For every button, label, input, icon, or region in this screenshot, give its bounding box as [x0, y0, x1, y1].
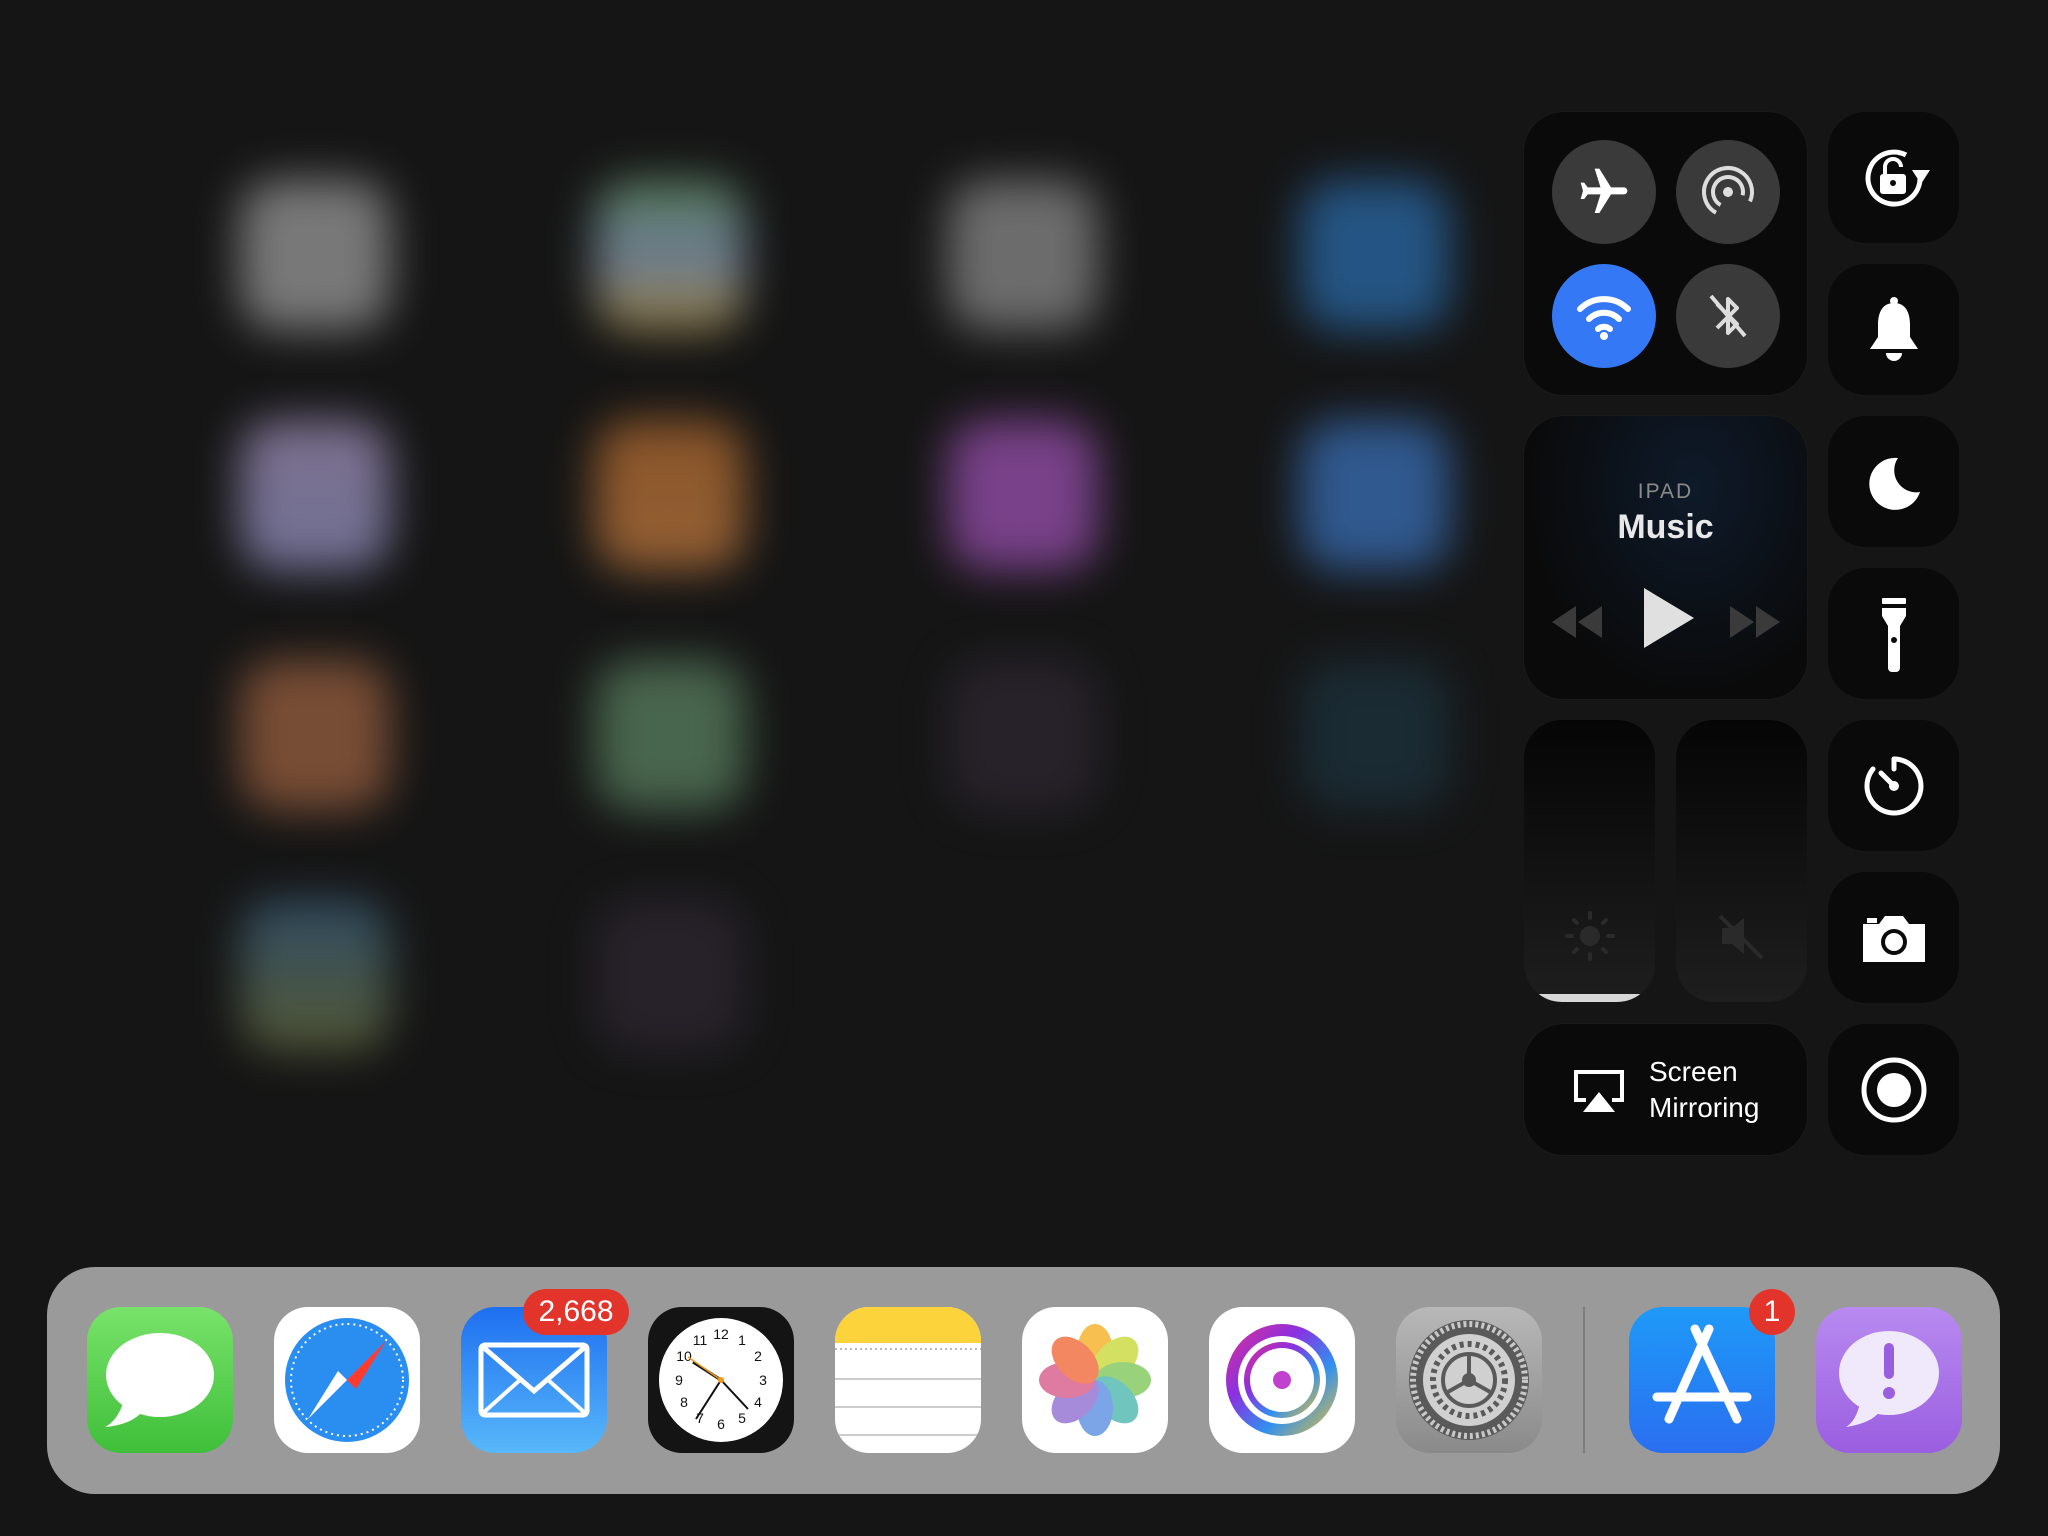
airdrop-button[interactable] [1676, 140, 1780, 244]
music-source-label: IPAD [1637, 480, 1694, 503]
app-store-icon [1652, 1324, 1752, 1424]
safari-icon [285, 1318, 409, 1442]
brightness-icon [1565, 911, 1615, 961]
music-title: Music [1617, 508, 1714, 546]
feedback-icon [1839, 1331, 1939, 1427]
feedback-app[interactable] [1816, 1307, 1962, 1453]
clock-app[interactable]: 12 1 2 3 4 5 6 7 8 9 10 11 [648, 1307, 794, 1453]
photos-icon [1039, 1324, 1151, 1436]
clock-numeral-2: 2 [754, 1348, 762, 1364]
clock-numeral-10: 10 [676, 1348, 692, 1364]
clock-numeral-4: 4 [754, 1394, 762, 1410]
clock-numeral-1: 1 [738, 1332, 746, 1348]
do-not-disturb-button[interactable] [1828, 416, 1959, 547]
settings-app[interactable] [1396, 1307, 1542, 1453]
timer-button[interactable] [1828, 720, 1959, 851]
volume-slider[interactable] [1676, 720, 1807, 1002]
flashlight-button[interactable] [1828, 568, 1959, 699]
bluetooth-off-icon [1709, 294, 1747, 338]
screen-recording-button[interactable] [1828, 1024, 1959, 1155]
notes-icon [835, 1307, 981, 1436]
dock: 2,668 12 1 2 3 4 5 6 7 8 9 10 11 1 [47, 1267, 2000, 1494]
fast-forward-icon[interactable] [1728, 602, 1784, 642]
safari-app[interactable] [274, 1307, 420, 1453]
music-disc-icon [1226, 1324, 1338, 1436]
screen-mirroring-button[interactable]: Screen Mirroring [1524, 1024, 1807, 1155]
airplane-icon [1580, 168, 1628, 213]
control-center: IPAD Music Screen Mirroring [0, 0, 2048, 1200]
clock-numeral-3: 3 [759, 1372, 767, 1388]
brightness-slider-fill [1524, 993, 1655, 1002]
brightness-slider[interactable] [1524, 720, 1655, 1002]
notes-app[interactable] [835, 1307, 981, 1453]
music-module[interactable]: IPAD Music [1524, 416, 1807, 699]
bell-icon [1869, 296, 1918, 361]
wifi-icon [1577, 296, 1631, 340]
dock-divider [1583, 1307, 1585, 1453]
connectivity-module [1524, 112, 1807, 395]
camera-button[interactable] [1828, 872, 1959, 1003]
clock-numeral-8: 8 [680, 1394, 688, 1410]
wifi-button[interactable] [1552, 264, 1656, 368]
timer-icon [1864, 756, 1923, 815]
silent-mode-button[interactable] [1828, 264, 1959, 395]
messages-app[interactable] [87, 1307, 233, 1453]
photos-app[interactable] [1022, 1307, 1168, 1453]
moon-icon [1868, 457, 1920, 510]
clock-numeral-9: 9 [675, 1372, 683, 1388]
music-disc-app[interactable] [1209, 1307, 1355, 1453]
settings-icon [1409, 1320, 1529, 1440]
app-store-app[interactable] [1629, 1307, 1775, 1453]
record-icon [1861, 1057, 1926, 1122]
camera-icon [1862, 915, 1925, 962]
messages-icon [105, 1333, 214, 1427]
mute-icon [1718, 914, 1764, 960]
rotation-lock-icon [1865, 149, 1930, 207]
bluetooth-button[interactable] [1676, 264, 1780, 368]
airdrop-icon [1702, 166, 1754, 218]
clock-numeral-12: 12 [713, 1326, 729, 1342]
airplay-icon [1574, 1070, 1624, 1112]
airplane-mode-button[interactable] [1552, 140, 1656, 244]
rewind-icon[interactable] [1548, 602, 1604, 642]
clock-icon: 12 1 2 3 4 5 6 7 8 9 10 11 [659, 1318, 783, 1442]
flashlight-icon [1881, 597, 1906, 672]
clock-numeral-11: 11 [693, 1332, 708, 1348]
screen-mirroring-label-line2: Mirroring [1649, 1092, 1760, 1123]
clock-numeral-5: 5 [738, 1410, 746, 1426]
play-icon[interactable] [1640, 586, 1696, 650]
orientation-lock-button[interactable] [1828, 112, 1959, 243]
app-store-badge: 1 [1749, 1289, 1795, 1335]
screen-mirroring-label-line1: Screen [1649, 1056, 1738, 1087]
mail-badge: 2,668 [523, 1289, 629, 1335]
clock-numeral-6: 6 [717, 1416, 725, 1432]
